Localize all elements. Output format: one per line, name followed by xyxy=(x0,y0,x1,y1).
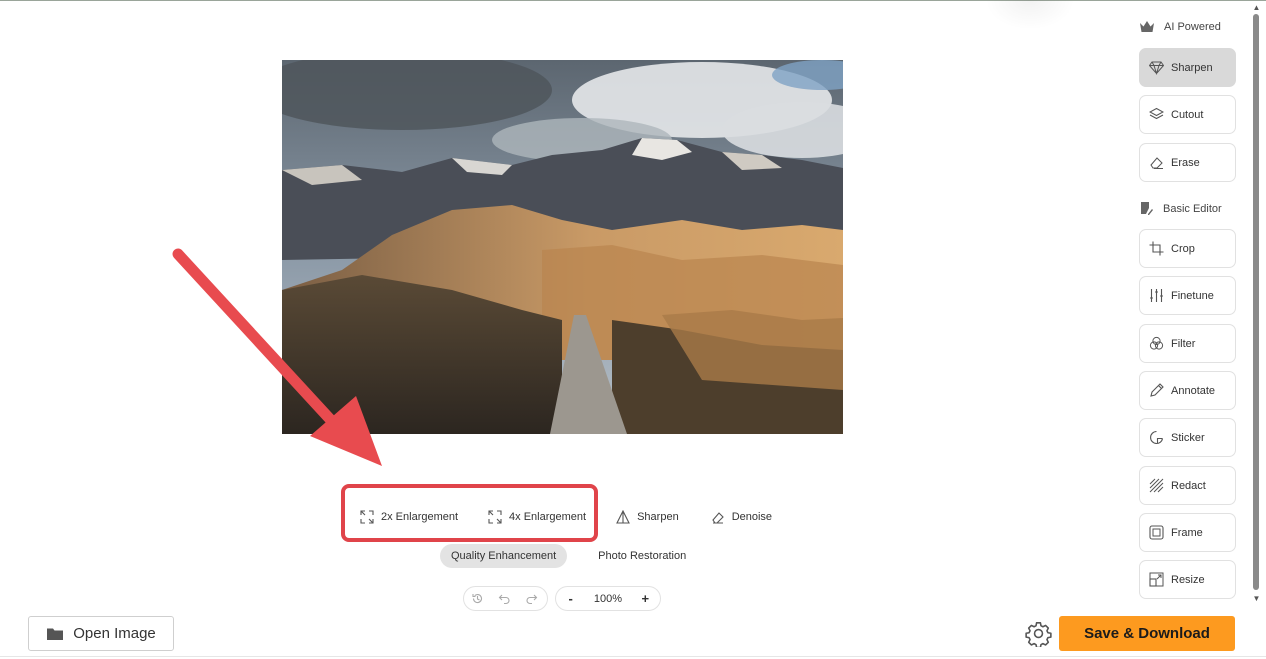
mode-tabs: Quality Enhancement Photo Restoration xyxy=(440,544,697,568)
zoom-out-button[interactable]: - xyxy=(556,587,585,610)
crop-icon xyxy=(1149,241,1164,256)
history-icon xyxy=(472,594,483,604)
sidebar-item-sharpen[interactable]: Sharpen xyxy=(1139,48,1236,87)
tab-photo-restoration[interactable]: Photo Restoration xyxy=(587,544,697,568)
pencil-icon xyxy=(1150,383,1164,397)
settings-button[interactable] xyxy=(1025,620,1052,649)
history-controls xyxy=(463,586,548,611)
sidebar-item-annotate[interactable]: Annotate xyxy=(1139,371,1236,410)
open-image-button[interactable]: Open Image xyxy=(28,616,174,651)
enlarge-4x-label: 4x Enlargement xyxy=(509,511,587,523)
sidebar-item-label: Erase xyxy=(1171,156,1200,169)
resize-icon xyxy=(1149,572,1164,587)
folder-icon xyxy=(47,628,64,640)
sidebar-item-label: Sticker xyxy=(1171,431,1205,444)
redo-button[interactable] xyxy=(518,587,545,610)
enlarge-4x-button[interactable]: 4x Enlargement xyxy=(488,510,586,524)
sharpen-tool-label: Sharpen xyxy=(637,511,679,523)
gear-icon xyxy=(1025,622,1052,649)
scroll-down-arrow[interactable]: ▼ xyxy=(1252,594,1261,603)
scrollbar-thumb[interactable] xyxy=(1253,14,1259,590)
ai-powered-label: AI Powered xyxy=(1164,21,1221,33)
decorative-glow xyxy=(985,0,1075,30)
tab-quality-enhancement[interactable]: Quality Enhancement xyxy=(440,544,568,568)
expand-icon xyxy=(360,510,374,524)
save-download-button[interactable]: Save & Download xyxy=(1059,616,1235,651)
zoom-controls: - 100% + xyxy=(555,586,661,611)
eraser-icon xyxy=(711,512,724,524)
window-top-border xyxy=(0,0,1266,1)
sidebar-item-filter[interactable]: Filter xyxy=(1139,324,1236,363)
undo-icon xyxy=(498,594,510,605)
zoom-in-button[interactable]: + xyxy=(631,587,660,610)
history-button[interactable] xyxy=(464,587,491,610)
sidebar-item-cutout[interactable]: Cutout xyxy=(1139,95,1236,134)
basic-editor-label: Basic Editor xyxy=(1163,202,1222,215)
redo-icon xyxy=(526,594,538,605)
sidebar-item-label: Finetune xyxy=(1171,289,1214,302)
sidebar-item-finetune[interactable]: Finetune xyxy=(1139,276,1236,315)
frame-icon xyxy=(1149,525,1164,540)
sidebar-item-label: Frame xyxy=(1171,526,1203,539)
edit-document-icon xyxy=(1141,202,1153,215)
enlarge-2x-button[interactable]: 2x Enlargement xyxy=(360,510,458,524)
sticker-icon xyxy=(1150,430,1164,445)
undo-button[interactable] xyxy=(491,587,518,610)
sidebar-item-label: Filter xyxy=(1171,337,1196,350)
sidebar-item-crop[interactable]: Crop xyxy=(1139,229,1236,268)
sidebar-item-label: Redact xyxy=(1171,479,1206,492)
sidebar-item-label: Annotate xyxy=(1171,384,1216,397)
sharpen-triangle-icon xyxy=(616,510,630,524)
open-image-label: Open Image xyxy=(73,625,156,642)
ai-powered-heading: AI Powered xyxy=(1139,20,1221,34)
sharpen-tool-button[interactable]: Sharpen xyxy=(616,510,679,524)
denoise-tool-button[interactable]: Denoise xyxy=(711,510,772,524)
window-bottom-border xyxy=(0,656,1266,657)
sidebar-item-label: Sharpen xyxy=(1171,61,1213,74)
sidebar-item-frame[interactable]: Frame xyxy=(1139,513,1236,552)
scroll-up-arrow[interactable]: ▲ xyxy=(1252,3,1261,12)
basic-editor-heading: Basic Editor xyxy=(1139,201,1222,216)
sidebar-item-erase[interactable]: Erase xyxy=(1139,143,1236,182)
sidebar-item-redact[interactable]: Redact xyxy=(1139,466,1236,505)
enlarge-2x-label: 2x Enlargement xyxy=(381,511,459,523)
crown-icon xyxy=(1140,21,1154,32)
layers-icon xyxy=(1149,107,1164,120)
sidebar-item-label: Crop xyxy=(1171,242,1195,255)
eraser-icon xyxy=(1150,157,1163,169)
sidebar-item-label: Cutout xyxy=(1171,108,1204,121)
hatch-icon xyxy=(1149,478,1164,493)
sidebar-item-sticker[interactable]: Sticker xyxy=(1139,418,1236,457)
zoom-level: 100% xyxy=(593,592,623,605)
expand-icon xyxy=(488,510,502,524)
filter-circles-icon xyxy=(1149,336,1164,350)
sidebar-item-resize[interactable]: Resize xyxy=(1139,560,1236,599)
sliders-icon xyxy=(1150,289,1163,302)
diamond-icon xyxy=(1149,61,1164,75)
denoise-tool-label: Denoise xyxy=(731,511,773,523)
enhance-tools-row: 2x Enlargement 4x Enlargement Sharpen De… xyxy=(350,506,772,528)
sidebar-item-label: Resize xyxy=(1171,573,1205,586)
editor-canvas-image xyxy=(282,60,843,434)
